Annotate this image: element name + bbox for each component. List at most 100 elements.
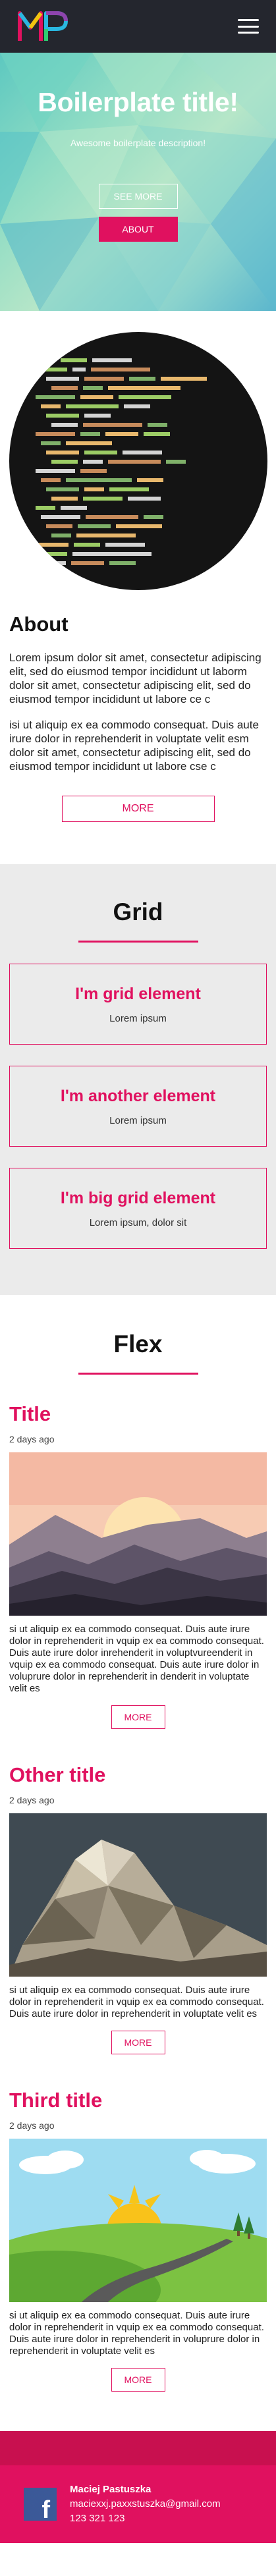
code-line-segment <box>41 552 67 556</box>
code-line-segment <box>66 478 132 482</box>
flex-item: Title 2 days ago si ut aliquip ex ea com… <box>9 1402 267 1729</box>
grid-section: Grid I'm grid element Lorem ipsum I'm an… <box>0 864 276 1295</box>
contact-email[interactable]: maciexxj.paxxstuszka@gmail.com <box>70 2497 221 2511</box>
code-line-segment <box>84 487 104 491</box>
code-line-segment <box>51 423 78 427</box>
code-line-segment <box>119 395 171 399</box>
code-line-segment <box>51 497 78 501</box>
contact-phone: 123 321 123 <box>70 2513 125 2524</box>
code-line-segment <box>71 561 104 565</box>
code-line-segment <box>51 386 78 390</box>
flex-item: Other title 2 days ago si ut aliquip ex … <box>9 1763 267 2054</box>
code-line-segment <box>83 386 103 390</box>
code-line-segment <box>109 561 136 565</box>
flex-item-title: Third title <box>9 2089 103 2112</box>
code-line-segment <box>41 368 67 371</box>
flex-more-button[interactable]: MORE <box>111 1705 165 1729</box>
mp-logo[interactable] <box>17 9 69 43</box>
code-line-segment <box>36 469 75 473</box>
code-line-segment <box>51 460 78 464</box>
contact-info: Maciej Pastuszka maciexxj.paxxstuszka@gm… <box>70 2482 221 2526</box>
grid-card-title: I'm grid element <box>75 984 201 1003</box>
top-nav <box>0 0 276 53</box>
code-image <box>9 332 267 590</box>
flex-item: Third title 2 days ago si ut aliquip ex … <box>9 2089 267 2392</box>
code-line-segment <box>61 358 87 362</box>
title-underline <box>78 1373 198 1375</box>
code-line-segment <box>66 441 112 445</box>
about-section: About Lorem ipsum dolor sit amet, consec… <box>0 311 276 864</box>
facebook-icon[interactable]: f <box>24 2488 57 2521</box>
hero-description: Awesome boilerplate description! <box>70 138 206 148</box>
flex-item-text: si ut aliquip ex ea commodo consequat. D… <box>9 1624 264 1694</box>
code-line-segment <box>80 432 100 436</box>
code-line-segment <box>80 395 113 399</box>
grid-card-text: Lorem ipsum <box>109 1012 167 1024</box>
grid-card-text: Lorem ipsum, dolor sit <box>89 1217 187 1228</box>
about-more-button[interactable]: MORE <box>61 796 215 822</box>
about-button[interactable]: ABOUT <box>98 217 178 242</box>
code-line-segment <box>105 543 145 547</box>
code-line-segment <box>46 524 72 528</box>
code-line-segment <box>74 543 100 547</box>
code-line-segment <box>51 534 71 537</box>
code-line-segment <box>76 534 136 537</box>
flex-item-text: si ut aliquip ex ea commodo consequat. D… <box>9 2310 264 2357</box>
code-line-segment <box>166 460 186 464</box>
code-line-segment <box>83 423 142 427</box>
code-line-segment <box>116 524 162 528</box>
code-line-segment <box>108 386 180 390</box>
code-line-segment <box>161 377 207 381</box>
flex-title: Flex <box>113 1330 163 1357</box>
low-poly-mountain-image <box>9 1813 267 1977</box>
about-paragraph: isi ut aliquip ex ea commodo consequat. … <box>9 719 259 773</box>
footer: f Maciej Pastuszka maciexxj.paxxstuszka@… <box>0 2431 276 2543</box>
grid-card-title: I'm big grid element <box>60 1188 216 1207</box>
code-line-segment <box>123 451 162 454</box>
about-paragraph: Lorem ipsum dolor sit amet, consectetur … <box>9 651 262 705</box>
code-line-segment <box>46 561 66 565</box>
hamburger-icon[interactable] <box>238 19 259 34</box>
about-title: About <box>9 613 69 636</box>
code-line-segment <box>144 432 170 436</box>
code-line-segment <box>144 515 163 519</box>
see-more-button[interactable]: SEE MORE <box>98 184 178 209</box>
code-line-segment <box>105 432 138 436</box>
code-line-segment <box>36 432 75 436</box>
code-line-segment <box>91 368 150 371</box>
hero-banner: Boilerplate title! Awesome boilerplate d… <box>0 53 276 311</box>
code-line-segment <box>36 543 69 547</box>
grid-card: I'm big grid element Lorem ipsum, dolor … <box>9 1168 267 1249</box>
grid-card: I'm grid element Lorem ipsum <box>9 964 267 1045</box>
code-line-segment <box>83 497 123 501</box>
code-line-segment <box>36 358 55 362</box>
title-underline <box>78 941 198 943</box>
code-line-segment <box>124 404 150 408</box>
grid-card-text: Lorem ipsum <box>109 1114 167 1126</box>
sunny-landscape-image <box>9 2139 267 2302</box>
code-line-segment <box>86 515 138 519</box>
code-line-segment <box>78 524 111 528</box>
code-line-segment <box>36 506 55 510</box>
footer-contact: f Maciej Pastuszka maciexxj.paxxstuszka@… <box>0 2465 276 2543</box>
code-line-segment <box>41 515 80 519</box>
code-line-segment <box>46 377 79 381</box>
code-line-segment <box>72 368 86 371</box>
code-line-segment <box>129 377 155 381</box>
code-line-segment <box>83 460 103 464</box>
contact-name: Maciej Pastuszka <box>70 2484 152 2495</box>
flex-section: Flex Title 2 days ago si ut aliquip ex e… <box>0 1295 276 2431</box>
flex-item-text: si ut aliquip ex ea commodo consequat. D… <box>9 1985 264 2019</box>
grid-card-title: I'm another element <box>60 1086 216 1105</box>
code-line-segment <box>41 478 61 482</box>
code-illustration <box>36 358 207 565</box>
flex-more-button[interactable]: MORE <box>111 2031 165 2054</box>
code-line-segment <box>137 478 163 482</box>
flex-item-title: Other title <box>9 1763 106 1786</box>
flex-more-button[interactable]: MORE <box>111 2368 165 2392</box>
code-line-segment <box>46 451 79 454</box>
code-line-segment <box>80 469 107 473</box>
code-line-segment <box>41 404 61 408</box>
code-line-segment <box>92 358 132 362</box>
code-line-segment <box>84 451 117 454</box>
